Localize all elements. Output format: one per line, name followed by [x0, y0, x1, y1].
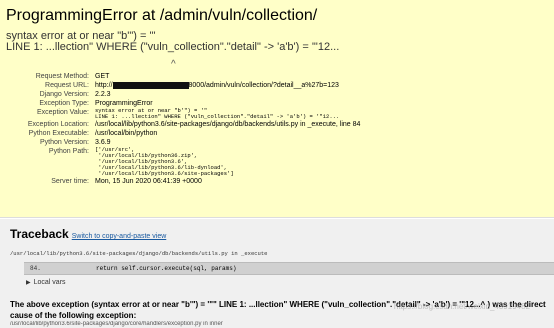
- line-number: 84.: [30, 265, 41, 272]
- error-caret: ^: [171, 59, 176, 70]
- meta-label: Request URL:: [45, 82, 89, 89]
- meta-label: Exception Value:: [36, 109, 89, 116]
- traceback-title: Traceback: [10, 227, 69, 241]
- switch-view-link[interactable]: Switch to copy-and-paste view: [72, 233, 167, 240]
- meta-label: Request Method:: [35, 73, 89, 80]
- traceback-heading: Traceback Switch to copy-and-paste view: [10, 227, 544, 244]
- request-meta-table: Request Method: GET Request URL: http://…: [10, 72, 363, 186]
- frame-context-line[interactable]: 84. return self.cursor.execute(sql, param…: [24, 262, 554, 275]
- chained-exception-line2: cause of the following exception:: [10, 311, 137, 320]
- meta-row-python-version: Python Version: 3.6.9: [10, 138, 363, 147]
- meta-value: syntax error at or near "b'") = '" LINE …: [92, 108, 363, 120]
- redacted-host: [112, 81, 189, 89]
- meta-label: Django Version:: [39, 91, 89, 98]
- meta-value: /usr/local/bin/python: [95, 130, 158, 137]
- meta-label: Exception Type:: [39, 100, 89, 107]
- page-title: ProgrammingError at /admin/vuln/collecti…: [6, 7, 318, 24]
- meta-label: Python Version:: [39, 139, 89, 146]
- meta-row-server-time: Server time: Mon, 15 Jun 2020 06:41:39 +…: [10, 177, 363, 186]
- meta-value: /usr/local/lib/python3.6/site-packages/d…: [95, 121, 361, 128]
- meta-row-django-version: Django Version: 2.2.3: [10, 90, 363, 99]
- url-suffix: 8000/admin/vuln/collection/?detail__a%27…: [188, 82, 339, 89]
- meta-row-request-method: Request Method: GET: [10, 72, 363, 81]
- local-vars-toggle[interactable]: ▶ Local vars: [26, 279, 66, 286]
- frame-filename: /usr/local/lib/python3.6/site-packages/d…: [10, 250, 268, 257]
- meta-label: Server time:: [51, 178, 89, 185]
- watermark-text: https://blog.csdn.net/weixin_43919482: [393, 302, 530, 311]
- meta-row-python-path: Python Path: ['/usr/src', '/usr/local/li…: [10, 147, 363, 177]
- meta-label: Exception Location:: [27, 121, 89, 128]
- meta-value: Mon, 15 Jun 2020 06:41:39 +0000: [95, 178, 202, 185]
- meta-label: Python Path:: [48, 148, 89, 155]
- meta-row-request-url: Request URL: http:// 8000/admin/vuln/coll…: [10, 81, 363, 90]
- error-message-line2: LINE 1: ...llection" WHERE ("vuln_collec…: [6, 41, 340, 53]
- meta-row-exception-location: Exception Location: /usr/local/lib/pytho…: [10, 120, 363, 129]
- url-prefix: http://: [95, 82, 113, 89]
- meta-value: 2.2.3: [95, 91, 111, 98]
- code-line: return self.cursor.execute(sql, params): [96, 265, 237, 272]
- meta-value: GET: [95, 73, 110, 80]
- meta-row-exception-value: Exception Value: syntax error at or near…: [10, 108, 363, 120]
- meta-label: Python Executable:: [28, 130, 89, 137]
- meta-row-python-executable: Python Executable: /usr/local/bin/python: [10, 129, 363, 138]
- next-frame-filename: /usr/local/lib/python3.6/site-packages/d…: [10, 321, 223, 327]
- meta-value: http:// 8000/admin/vuln/collection/?detai…: [92, 81, 363, 90]
- local-vars-label: Local vars: [33, 279, 66, 286]
- meta-value: ['/usr/src', '/usr/local/lib/python36.zi…: [92, 147, 363, 177]
- triangle-right-icon: ▶: [26, 280, 31, 286]
